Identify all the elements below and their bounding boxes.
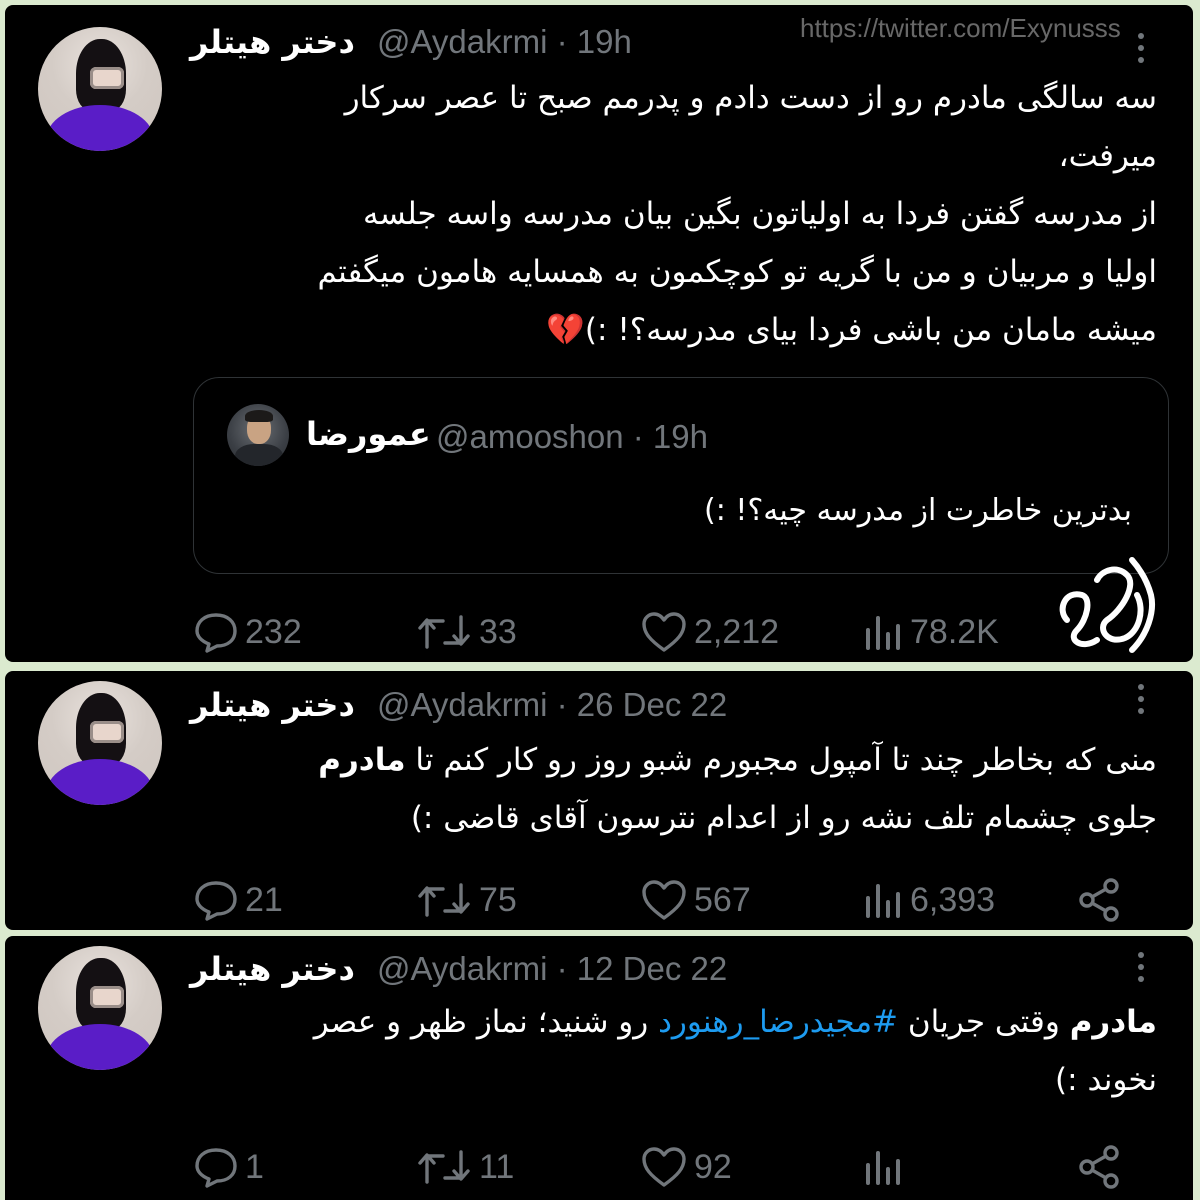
url-watermark: https://twitter.com/Exynusss [800, 13, 1121, 43]
tweet-actions: 21 75 567 6,393 [5, 875, 1193, 925]
tweet-text: سه سالگی مادرم رو از دست دادم و پدرمم صب… [317, 80, 1158, 348]
tweet-actions: 232 33 2,212 78.2K [5, 607, 1193, 657]
share-button[interactable] [1077, 875, 1123, 925]
hashtag-link[interactable]: #مجیدرضا_رهنورد [658, 1004, 898, 1040]
quoted-handle-and-time[interactable]: @amooshon · 19h [436, 418, 708, 456]
share-icon [1079, 1145, 1119, 1189]
quoted-avatar[interactable] [227, 404, 289, 466]
share-icon [1079, 878, 1119, 922]
reply-count: 232 [245, 612, 302, 651]
avatar[interactable] [38, 27, 162, 151]
avatar[interactable] [38, 681, 162, 805]
views-button[interactable]: 78.2K [862, 607, 999, 657]
like-count: 567 [694, 880, 751, 919]
reply-button[interactable]: 21 [193, 875, 283, 925]
share-button[interactable] [1077, 1142, 1123, 1192]
retweet-count: 75 [479, 880, 517, 919]
tweet-3[interactable]: دختر هیتلر @Aydakrmi · 12 Dec 22 مادرم و… [5, 936, 1193, 1200]
like-icon [642, 612, 686, 652]
views-icon [866, 1151, 900, 1185]
like-button[interactable]: 2,212 [640, 607, 779, 657]
retweet-icon [418, 615, 470, 649]
views-icon [866, 884, 900, 918]
reply-icon [195, 881, 237, 921]
logo-watermark [1059, 557, 1155, 653]
views-button[interactable] [862, 1142, 904, 1192]
tweet-2[interactable]: دختر هیتلر @Aydakrmi · 26 Dec 22 منی که … [5, 671, 1193, 930]
more-icon[interactable] [1137, 952, 1145, 982]
reply-icon [195, 1148, 237, 1188]
more-icon[interactable] [1137, 33, 1145, 63]
like-button[interactable]: 92 [640, 1142, 732, 1192]
tweet-text: مادرم وقتی جریان #مجیدرضا_رهنورد رو شنید… [313, 1004, 1157, 1098]
retweet-count: 33 [479, 612, 517, 651]
quoted-display-name[interactable]: عمورضا [306, 415, 431, 453]
display-name[interactable]: دختر هیتلر [190, 950, 355, 988]
retweet-count: 11 [479, 1147, 515, 1186]
views-button[interactable]: 6,393 [862, 875, 995, 925]
reply-icon [195, 613, 237, 653]
retweet-icon [418, 1150, 470, 1184]
handle-and-time[interactable]: @Aydakrmi · 19h [377, 23, 632, 61]
like-icon [642, 1147, 686, 1187]
tweet-1[interactable]: دختر هیتلر @Aydakrmi · 19h https://twitt… [5, 5, 1193, 662]
tweet-actions: 1 11 92 [5, 1142, 1193, 1192]
handle-and-time[interactable]: @Aydakrmi · 26 Dec 22 [377, 686, 727, 724]
like-count: 2,212 [694, 612, 780, 651]
views-count: 78.2K [910, 612, 999, 651]
views-count: 6,393 [910, 880, 996, 919]
display-name[interactable]: دختر هیتلر [190, 23, 355, 61]
like-button[interactable]: 567 [640, 875, 751, 925]
retweet-icon [418, 883, 470, 917]
like-icon [642, 880, 686, 920]
reply-count: 1 [245, 1147, 264, 1186]
quoted-tweet[interactable]: عمورضا @amooshon · 19h بدترین خاطرت از م… [193, 377, 1169, 574]
quoted-text: بدترین خاطرت از مدرسه چیه؟! :) [703, 493, 1132, 528]
tweet-text: منی که بخاطر چند تا آمپول مجبورم شبو روز… [318, 742, 1157, 836]
handle-and-time[interactable]: @Aydakrmi · 12 Dec 22 [377, 950, 727, 988]
retweet-button[interactable]: 33 [415, 607, 517, 657]
reply-button[interactable]: 1 [193, 1142, 264, 1192]
views-icon [866, 616, 900, 650]
retweet-button[interactable]: 11 [415, 1142, 514, 1192]
display-name[interactable]: دختر هیتلر [190, 686, 355, 724]
avatar[interactable] [38, 946, 162, 1070]
reply-button[interactable]: 232 [193, 607, 302, 657]
reply-count: 21 [245, 880, 283, 919]
more-icon[interactable] [1137, 684, 1145, 714]
like-count: 92 [694, 1147, 732, 1186]
retweet-button[interactable]: 75 [415, 875, 517, 925]
